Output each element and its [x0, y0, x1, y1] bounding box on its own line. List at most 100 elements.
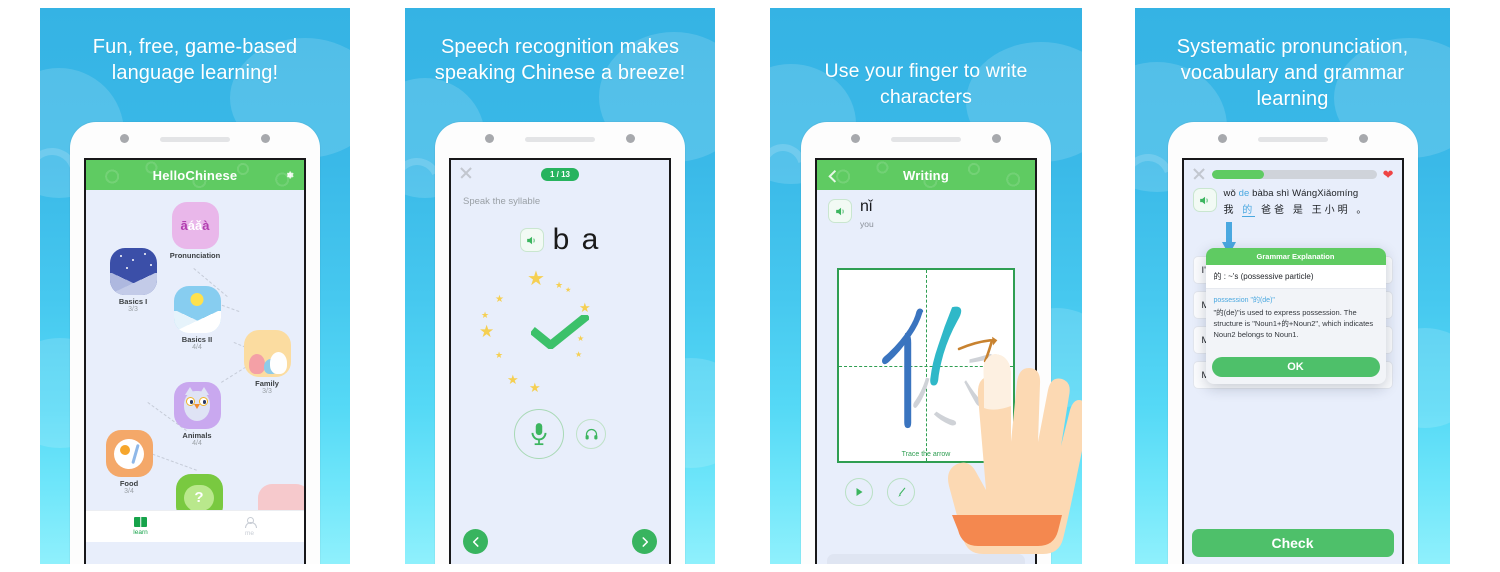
map-node-basics-1[interactable]: Basics I 3/3 — [100, 248, 166, 313]
phone-screen-1: HelloChinese ā á ǎ à Pronunciation Basic… — [84, 158, 306, 564]
feedback-area: ★ ★ ★ ★ ★ ★ ★ ★ ★ ★ ★ ★ — [451, 267, 669, 407]
panel-4-headline: Systematic pronunciation, vocabulary and… — [1176, 36, 1409, 110]
sun-icon — [190, 293, 204, 306]
promo-panel-3: Use your finger to write characters Writ… — [770, 8, 1082, 564]
screenshot-stage: Fun, free, game-based language learning!… — [0, 0, 1500, 572]
phone-screen-3: Writing nǐ you Trace the arrow — [815, 158, 1037, 564]
recording-controls — [451, 409, 669, 459]
ok-button-disabled[interactable]: OK — [827, 554, 1025, 564]
popup-title: Grammar Explanation — [1205, 248, 1386, 265]
speaker-icon[interactable] — [828, 199, 852, 223]
tone-mark: ǎ — [195, 218, 203, 233]
camera-dot — [1217, 134, 1227, 143]
play-icon — [856, 488, 863, 496]
back-arrow-icon[interactable] — [828, 169, 842, 183]
writing-controls — [845, 478, 915, 506]
close-icon[interactable] — [1191, 167, 1206, 181]
map-node-pronunciation[interactable]: ā á ǎ à Pronunciation — [162, 202, 228, 260]
tone-mark: á — [187, 218, 195, 233]
promo-panel-2: Speech recognition makes speaking Chines… — [405, 8, 715, 564]
map-node-animals[interactable]: Animals 4/4 — [164, 382, 230, 447]
tone-mark: ā — [180, 218, 188, 233]
arrow-left-icon — [472, 536, 479, 547]
phone-mockup-4: ❤ wǒ de bàba shì WángXiǎomíng 我 的 爸爸 是 王… — [1167, 122, 1418, 564]
map-node-label: Family — [255, 379, 279, 388]
next-button[interactable] — [632, 529, 657, 554]
map-node-food[interactable]: Food 3/4 — [96, 430, 162, 495]
speaker-glyph — [1200, 196, 1208, 204]
tab-me[interactable]: me — [195, 511, 304, 542]
camera-dot — [485, 134, 494, 143]
speaker-glyph — [527, 236, 535, 244]
earpiece-speaker — [1257, 137, 1328, 142]
syllable-text: b a — [552, 223, 601, 256]
map-node-label: Food — [119, 479, 139, 488]
earpiece-speaker — [160, 137, 230, 142]
book-icon — [134, 517, 147, 527]
heart-icon: ❤ — [1382, 166, 1394, 182]
map-node-basics-2[interactable]: Basics II 4/4 — [164, 286, 230, 351]
map-node-label: Animals — [182, 431, 212, 440]
speaker-icon[interactable] — [519, 228, 544, 252]
map-node-count: 3/3 — [262, 388, 272, 395]
listen-button[interactable] — [576, 419, 606, 449]
close-icon[interactable] — [459, 166, 473, 180]
character-writing-pad[interactable]: Trace the arrow — [837, 268, 1015, 463]
family-figure — [248, 354, 265, 374]
sensor-dot — [1358, 134, 1368, 143]
character-strokes — [882, 306, 998, 429]
phone-mockup-2: 1 / 13 Speak the syllable b a ★ ★ ★ ★ ★ … — [435, 122, 685, 564]
popup-ok-button[interactable]: OK — [1211, 356, 1380, 377]
app-title: HelloChinese — [152, 167, 238, 183]
speech-exercise-screen: 1 / 13 Speak the syllable b a ★ ★ ★ ★ ★ … — [451, 160, 669, 564]
map-node-family[interactable]: Family 3/3 — [234, 330, 300, 395]
tone-mark: à — [202, 218, 210, 233]
arrow-right-icon — [641, 536, 648, 547]
sentence-hanzi: 我 的 爸爸 是 王小明 。 — [1223, 201, 1370, 217]
family-tile-icon — [243, 330, 291, 377]
headphones-icon — [585, 428, 597, 439]
popup-subhead: possession "的(de)" — [1213, 297, 1275, 304]
exercise-prompt: Speak the syllable — [463, 196, 541, 207]
hanzi-part: 爸爸 是 王小明 。 — [1255, 205, 1370, 216]
sentence-pinyin: wǒ de bàba shì WángXiǎomíng — [1224, 188, 1370, 199]
check-mark-icon — [531, 315, 589, 349]
phone-screen-2: 1 / 13 Speak the syllable b a ★ ★ ★ ★ ★ … — [449, 158, 671, 564]
speaker-icon[interactable] — [1192, 188, 1217, 212]
star-icon: ★ — [479, 322, 495, 341]
microphone-icon — [531, 423, 547, 446]
tab-learn[interactable]: learn — [86, 511, 195, 542]
check-button[interactable]: Check — [1191, 529, 1394, 557]
phone-mockup-1: HelloChinese ā á ǎ à Pronunciation Basic… — [70, 122, 320, 564]
previous-button[interactable] — [463, 529, 488, 554]
play-button[interactable] — [845, 478, 873, 506]
star-icon: ★ — [495, 350, 504, 360]
brush-icon — [897, 487, 905, 497]
sensor-dot — [992, 134, 1001, 143]
microphone-button[interactable] — [514, 409, 564, 459]
hanzi-part-highlight[interactable]: 的 — [1242, 205, 1256, 217]
star-icon: ★ — [529, 380, 541, 395]
popup-body: possession "的(de)" "的(de)"is used to exp… — [1206, 289, 1386, 349]
basics-1-tile-icon — [109, 248, 157, 295]
star-icon: ★ — [555, 280, 564, 290]
earpiece-speaker — [525, 137, 595, 142]
progress-bar-fill — [1211, 169, 1265, 179]
fork-icon — [131, 443, 140, 464]
plate-icon — [114, 438, 144, 469]
sensor-dot — [261, 134, 270, 143]
pronunciation-tile-icon: ā á ǎ à — [171, 202, 219, 249]
star-icon: ★ — [575, 350, 583, 359]
writing-screen: nǐ you Trace the arrow — [817, 190, 1035, 564]
map-node-count: 3/3 — [128, 306, 138, 313]
map-node-count: 4/4 — [192, 440, 202, 447]
brush-button[interactable] — [887, 478, 915, 506]
camera-dot — [851, 134, 860, 143]
star-icon: ★ — [565, 287, 572, 294]
gear-icon[interactable] — [284, 170, 295, 181]
map-node-label: Basics II — [181, 335, 213, 344]
promo-panel-1: Fun, free, game-based language learning!… — [40, 8, 350, 564]
hanzi-part: 我 — [1223, 205, 1243, 216]
egg-yolk — [120, 444, 130, 455]
popup-headword: 的 : ~'s (possessive particle) — [1205, 265, 1386, 289]
